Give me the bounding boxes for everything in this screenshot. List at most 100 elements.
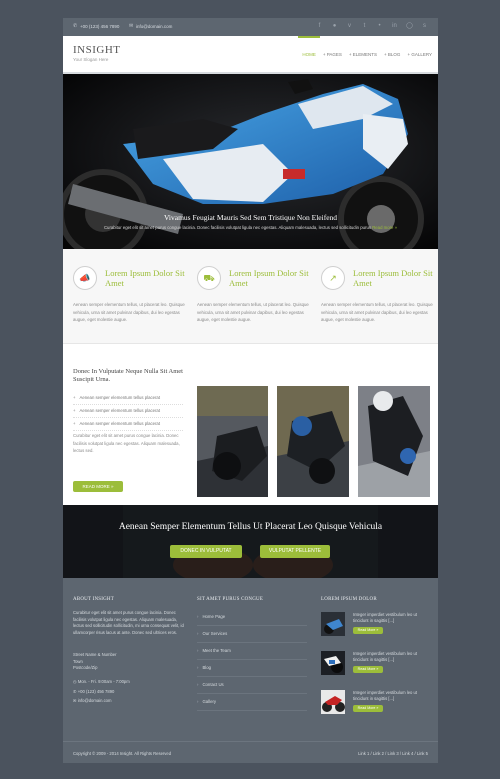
hero-caption: Curabitur eget elit sit amet purus congu…	[63, 225, 438, 230]
post-thumbnail[interactable]	[321, 651, 345, 675]
footer-about-title: ABOUT INSIGHT	[73, 597, 114, 602]
list-item: Aenean semper elementum tellus placerat	[73, 392, 183, 405]
footer-link-label[interactable]: Blog	[202, 665, 211, 670]
footer-link-label[interactable]: Home Page	[202, 614, 225, 619]
recent-post: Integer imperdiet vestibulum leo ut tinc…	[321, 612, 431, 646]
rider-photo	[197, 386, 268, 497]
nav-elements[interactable]: + ELEMENTS	[349, 52, 377, 57]
clock-icon: ◷	[73, 679, 77, 684]
post-text: Integer imperdiet vestibulum leo ut tinc…	[353, 612, 418, 623]
banner-title: Aenean Semper Elementum Tellus Ut Placer…	[118, 522, 383, 532]
chevron-right-icon: ›	[197, 614, 199, 619]
list-item: Aenean semper elementum tellus placerat	[73, 418, 183, 431]
social-links: f ● v t • in ◯ s	[316, 23, 428, 30]
hours-text: Mon. - Fri. 9:00am - 7:00pm	[77, 679, 130, 684]
twitter-icon[interactable]: t	[361, 23, 368, 30]
footer-link-label[interactable]: Gallery	[202, 699, 216, 704]
footer-link-label[interactable]: Contact Us	[202, 682, 223, 687]
about-title: Donec In Vulputate Neque Nulla Sit Amet …	[73, 368, 183, 383]
address-line: Postcode/Zip	[73, 665, 98, 671]
hero-text: Curabitur eget elit sit amet purus congu…	[103, 225, 371, 230]
recent-post: Integer imperdiet vestibulum leo ut tinc…	[321, 690, 431, 724]
footer-link-team[interactable]: › Meet the Team	[197, 642, 307, 660]
top-bar: ✆ +00 (123) 456 7890 ✉ info@domain.com f…	[63, 18, 438, 36]
gallery-photo[interactable]	[277, 386, 349, 497]
bottom-bar: Copyright © 2009 - 2014 Insight. All Rig…	[63, 741, 438, 763]
phone-contact: ✆ +00 (123) 456 7890	[73, 24, 120, 30]
feature-title[interactable]: Lorem Ipsum Dolor Sit Amet	[353, 268, 433, 288]
hero-read-more-link[interactable]: Read more »	[372, 225, 397, 230]
nav-home[interactable]: HOME	[298, 36, 320, 57]
footer-hours: ◷ Mon. - Fri. 9:00am - 7:00pm	[73, 679, 185, 686]
footer-link-contact[interactable]: › Contact Us	[197, 676, 307, 694]
vimeo-icon[interactable]: v	[346, 23, 353, 30]
nav-gallery[interactable]: + GALLERY	[407, 52, 432, 57]
car-icon: ⛟	[197, 266, 221, 290]
footer-posts-title: LOREM IPSUM DOLOR	[321, 597, 377, 602]
bottom-links[interactable]: Link 1 / Link 2 / Link 3 / Link 4 / Link…	[358, 751, 428, 756]
gallery-photo[interactable]	[197, 386, 268, 497]
post-text: Integer imperdiet vestibulum leo ut tinc…	[353, 651, 418, 662]
flickr-icon[interactable]: •	[376, 23, 383, 30]
post-image	[321, 651, 345, 675]
page: ✆ +00 (123) 456 7890 ✉ info@domain.com f…	[63, 18, 438, 763]
rider-photo	[358, 386, 430, 497]
phone-icon: ✆	[73, 689, 77, 694]
list-item: Aenean semper elementum tellus placerat	[73, 405, 183, 418]
chevron-right-icon: ›	[197, 665, 199, 670]
banner-button-primary[interactable]: DONEC IN VULPUTAT	[170, 545, 242, 558]
hero-slider[interactable]: Vivamus Feugiat Mauris Sed Sem Tristique…	[63, 74, 438, 249]
post-read-more-button[interactable]: Read More »	[353, 705, 383, 712]
footer-link-label[interactable]: Our Services	[202, 631, 227, 636]
hero-title: Vivamus Feugiat Mauris Sed Sem Tristique…	[163, 213, 338, 222]
footer-link-label[interactable]: Meet the Team	[202, 648, 230, 653]
email-address[interactable]: info@domain.com	[136, 24, 172, 29]
footer-address: Street Name & Number Town Postcode/Zip	[73, 652, 185, 672]
feature-text: Aenean semper elementum tellus, ut place…	[73, 302, 185, 322]
copyright: Copyright © 2009 - 2014 Insight. All Rig…	[73, 751, 172, 756]
footer-link-blog[interactable]: › Blog	[197, 659, 307, 677]
megaphone-icon: 📣	[73, 266, 97, 290]
recent-post: Integer imperdiet vestibulum leo ut tinc…	[321, 651, 431, 685]
post-thumbnail[interactable]	[321, 612, 345, 636]
facebook-icon[interactable]: f	[316, 23, 323, 30]
footer-link-services[interactable]: › Our Services	[197, 625, 307, 643]
logo[interactable]: INSIGHT	[73, 44, 121, 56]
main-nav: HOME + PAGES + ELEMENTS + BLOG + GALLERY	[298, 36, 432, 57]
footer-link-gallery[interactable]: › Gallery	[197, 693, 307, 711]
email-text[interactable]: info@domain.com	[78, 698, 112, 703]
footer-link-home[interactable]: › Home Page	[197, 608, 307, 626]
footer: ABOUT INSIGHT Curabitur eget elit sit am…	[63, 578, 438, 741]
chevron-right-icon: ›	[197, 631, 199, 636]
about-section: Donec In Vulputate Neque Nulla Sit Amet …	[63, 344, 438, 502]
nav-pages[interactable]: + PAGES	[323, 52, 342, 57]
footer-links-title: SIT AMET PURUS CONGUE	[197, 597, 264, 602]
read-more-button[interactable]: READ MORE »	[73, 481, 123, 492]
pinterest-icon[interactable]: ●	[331, 23, 338, 30]
post-read-more-button[interactable]: Read More »	[353, 627, 383, 634]
phone-number: +00 (123) 456 7890	[80, 24, 120, 29]
gallery-photo[interactable]	[358, 386, 430, 497]
banner-button-secondary[interactable]: VULPUTAT PELLENTE	[260, 545, 330, 558]
banner-background	[63, 505, 438, 578]
address-line: Town	[73, 658, 83, 664]
footer-email[interactable]: ✉ info@domain.com	[73, 698, 185, 705]
feature-title[interactable]: Lorem Ipsum Dolor Sit Amet	[229, 268, 309, 288]
chevron-right-icon: ›	[197, 682, 199, 687]
post-thumbnail[interactable]	[321, 690, 345, 714]
footer-about-text: Curabitur eget elit sit amet purus congu…	[73, 610, 184, 635]
post-image	[321, 612, 345, 636]
envelope-icon: ✉	[129, 23, 134, 29]
dribbble-icon[interactable]: ◯	[406, 23, 413, 30]
slogan: Your Slogan Here	[73, 57, 109, 62]
skype-icon[interactable]: s	[421, 23, 428, 30]
address-line: Street Name & Number	[73, 652, 117, 657]
post-text: Integer imperdiet vestibulum leo ut tinc…	[353, 690, 418, 701]
linkedin-icon[interactable]: in	[391, 23, 398, 30]
email-contact[interactable]: ✉ info@domain.com	[129, 23, 172, 30]
feature-title[interactable]: Lorem Ipsum Dolor Sit Amet	[105, 268, 185, 288]
feature-text: Aenean semper elementum tellus, ut place…	[197, 302, 309, 322]
nav-blog[interactable]: + BLOG	[384, 52, 400, 57]
post-read-more-button[interactable]: Read More »	[353, 666, 383, 673]
chevron-right-icon: ›	[197, 648, 199, 653]
